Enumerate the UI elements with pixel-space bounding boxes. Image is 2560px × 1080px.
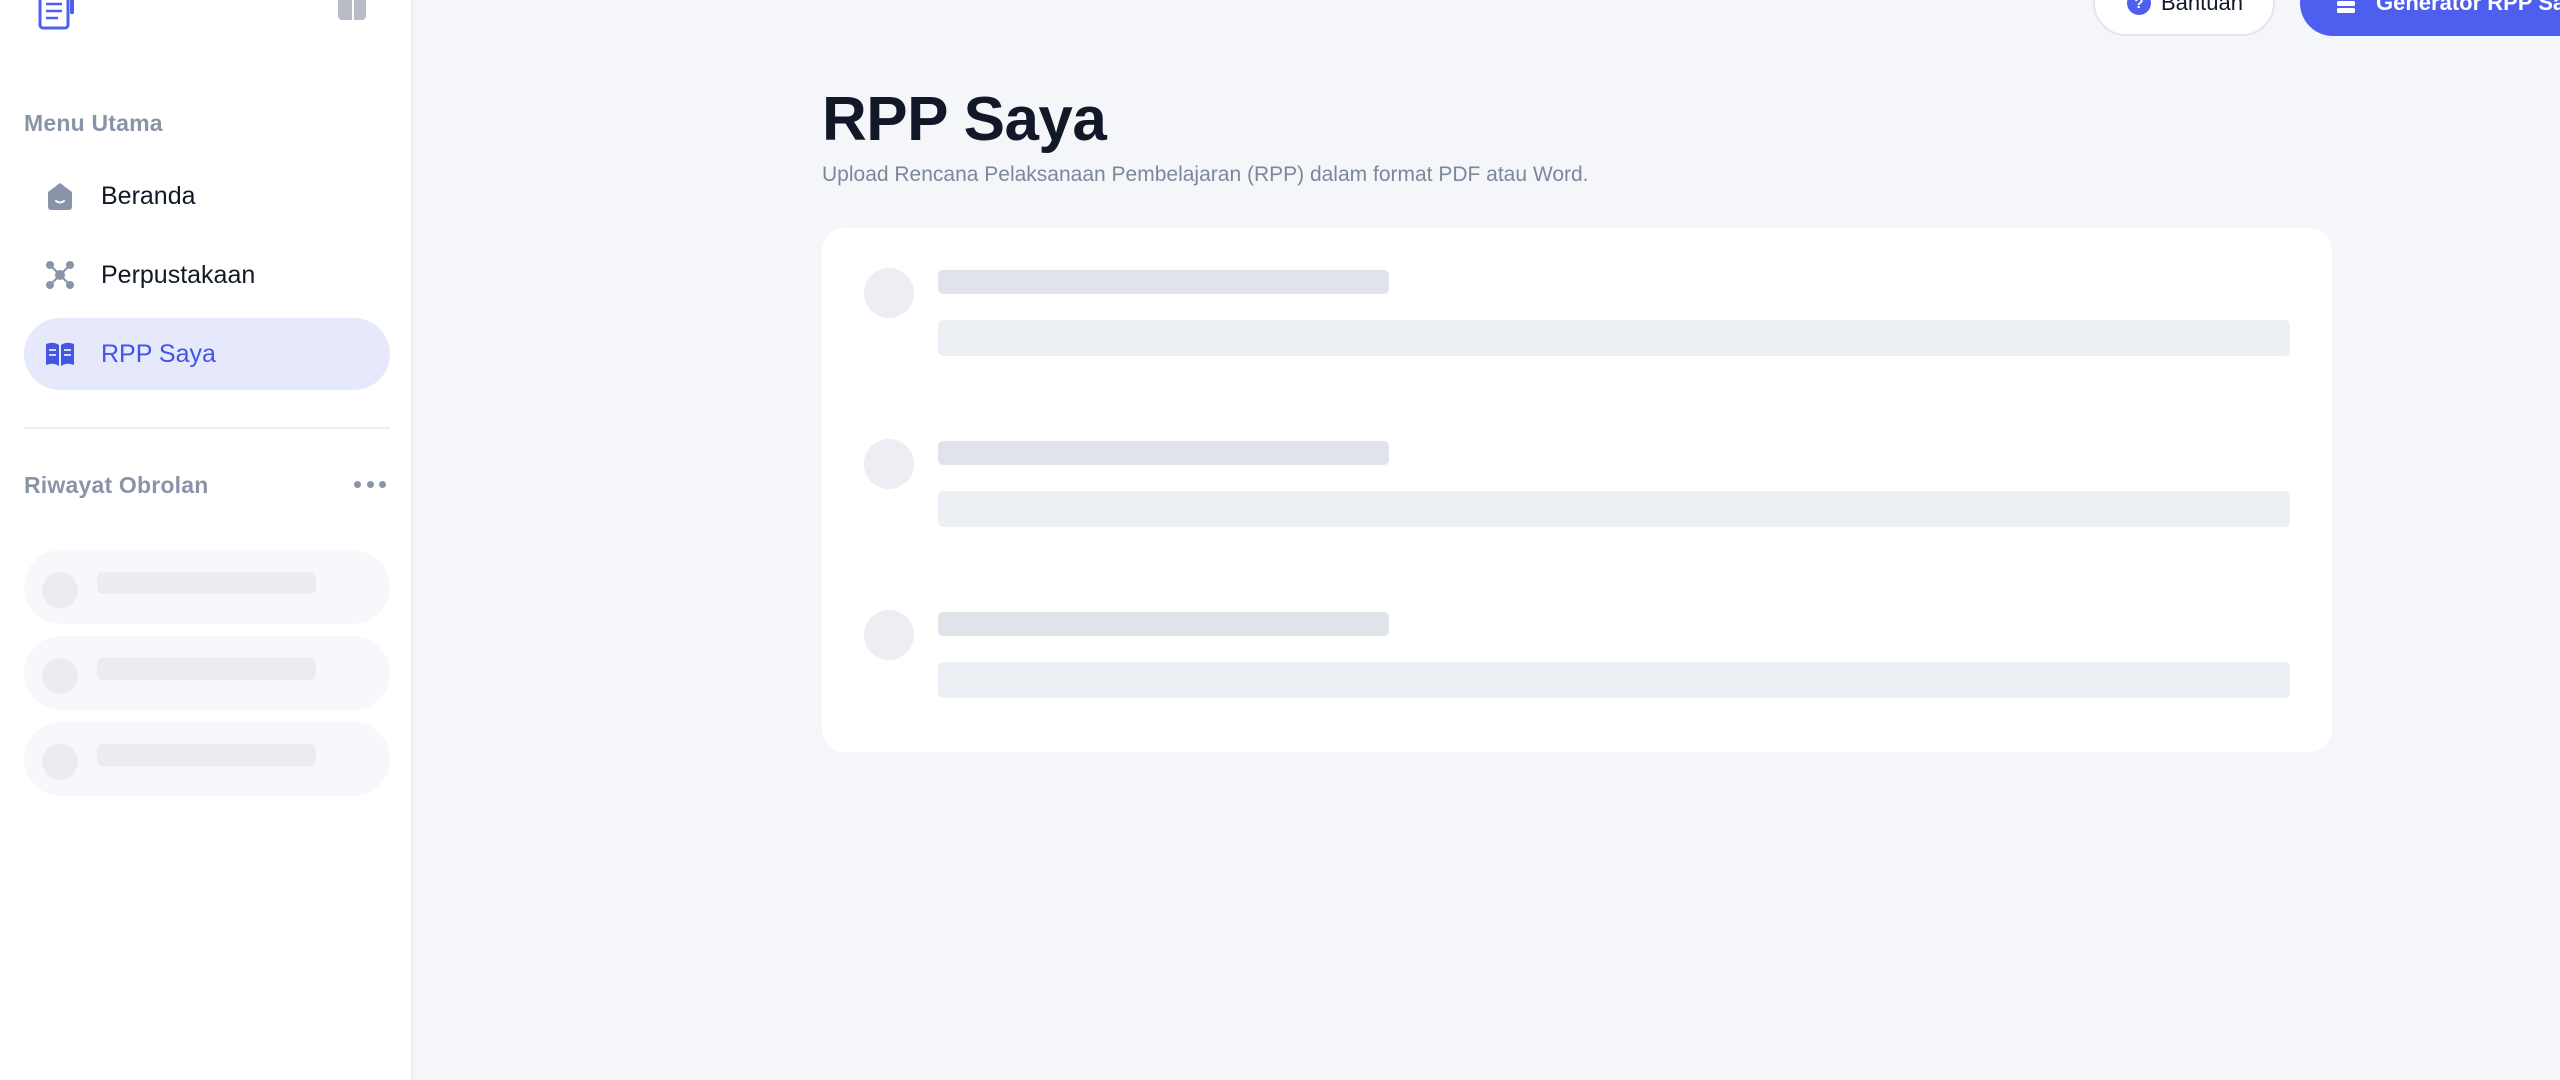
chat-history-skeleton — [24, 636, 390, 710]
library-icon — [42, 257, 78, 293]
more-options-icon[interactable] — [354, 472, 386, 496]
book-stack-icon — [2334, 0, 2358, 15]
skeleton-title-bar — [938, 270, 1389, 294]
generator-button[interactable]: Generator RPP Saya — [2300, 0, 2560, 36]
question-icon: ? — [2127, 0, 2151, 15]
skeleton-title-bar — [938, 441, 1389, 465]
help-button-label: Bantuan — [2161, 0, 2243, 15]
generator-button-label: Generator RPP Saya — [2376, 0, 2560, 15]
skeleton-avatar — [864, 439, 914, 489]
sidebar-item-label: Perpustakaan — [101, 260, 256, 289]
sidebar-item-label: Beranda — [101, 181, 196, 210]
chat-history-label: Riwayat Obrolan — [24, 472, 209, 498]
skeleton-detail-bar — [938, 491, 2290, 527]
sidebar-item-rpp-saya[interactable]: RPP Saya — [24, 318, 390, 390]
sidebar-toggle-icon[interactable] — [334, 0, 370, 22]
rpp-skeleton-row — [822, 399, 2332, 527]
sidebar-item-label: RPP Saya — [101, 339, 216, 368]
help-button[interactable]: ? Bantuan — [2093, 0, 2275, 36]
rpp-skeleton-row — [822, 228, 2332, 356]
skeleton-avatar — [864, 610, 914, 660]
page-title: RPP Saya — [822, 85, 1107, 154]
home-icon — [42, 178, 78, 214]
main-menu-label: Menu Utama — [24, 110, 163, 136]
chat-history-skeleton — [24, 722, 390, 796]
sidebar-item-perpustakaan[interactable]: Perpustakaan — [24, 239, 390, 311]
sidebar: Menu Utama Beranda Perpustakaan RPP Saya… — [0, 0, 413, 1080]
chat-history-skeleton — [24, 550, 390, 624]
rpp-list-card — [822, 228, 2332, 752]
notebook-logo-icon[interactable] — [36, 0, 76, 30]
page-subtitle: Upload Rencana Pelaksanaan Pembelajaran … — [822, 163, 1589, 186]
rpp-skeleton-row — [822, 570, 2332, 698]
book-open-icon — [42, 336, 78, 372]
sidebar-item-beranda[interactable]: Beranda — [24, 160, 390, 232]
skeleton-avatar — [864, 268, 914, 318]
skeleton-title-bar — [938, 612, 1389, 636]
skeleton-detail-bar — [938, 662, 2290, 698]
skeleton-detail-bar — [938, 320, 2290, 356]
sidebar-divider — [24, 427, 390, 429]
